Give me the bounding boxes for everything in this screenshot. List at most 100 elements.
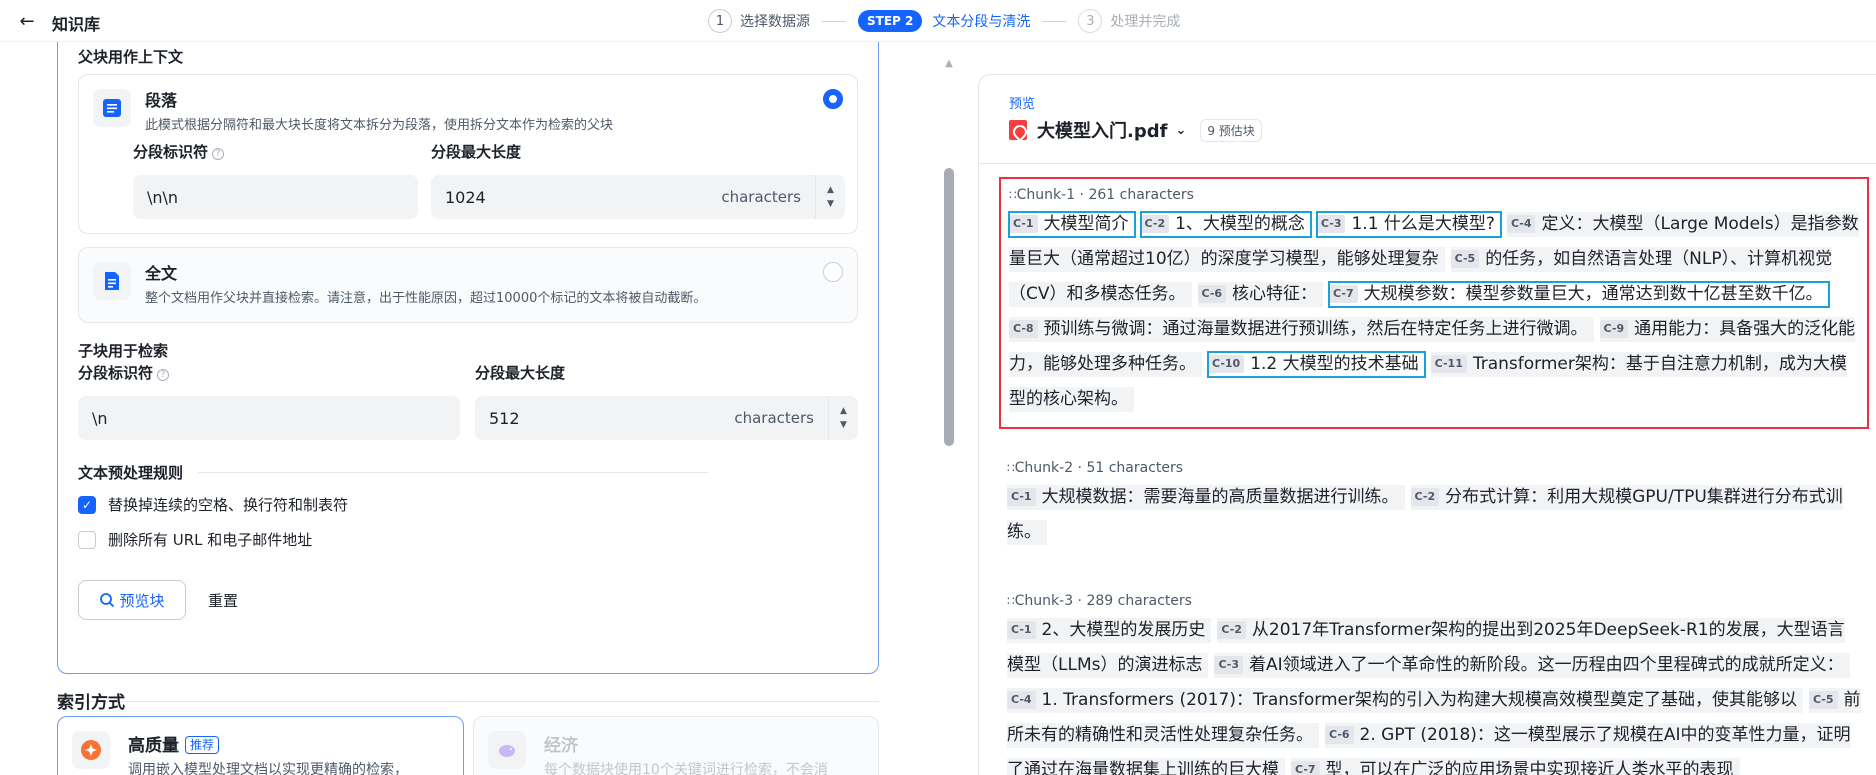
- child-chunk-text: 大规模参数：模型参数量巨大，通常达到数十亿甚至数千亿。: [1363, 284, 1823, 304]
- rule-replace-whitespace[interactable]: ✓ 替换掉连续的空格、换行符和制表符: [78, 494, 348, 515]
- child-max-length-input[interactable]: 512 characters ▲ ▼: [475, 396, 858, 440]
- high-quality-name: 高质量 推荐: [128, 731, 220, 756]
- child-chunk-text: 型，可以在广泛的应用场景中实现接近人类水平的表现: [1325, 760, 1734, 775]
- preview-panel: 预览 大模型入门.pdf ⌄ 9 预估块 ∷ Chunk-1 · 261 char…: [978, 74, 1876, 775]
- child-max-length-value: 512: [489, 408, 520, 428]
- top-bar: ← 知识库 1 选择数据源 STEP 2 文本分段与清洗 3 处理并完成: [0, 0, 1876, 42]
- scrollbar-thumb[interactable]: [944, 168, 954, 446]
- paragraph-separator-input[interactable]: \n\n: [133, 175, 418, 219]
- child-chunk-text: 2、大模型的发展历史: [1041, 620, 1206, 640]
- chevron-up-icon[interactable]: ▲: [827, 183, 834, 197]
- chunk-card: ∷ Chunk-3 · 289 characters C-1 2、大模型的发展历史 C-…: [999, 585, 1869, 775]
- fulltext-radio[interactable]: [823, 262, 843, 282]
- paragraph-icon: [93, 89, 131, 127]
- page-title: 知识库: [52, 15, 101, 34]
- child-chunk-text: 1.2 大模型的技术基础: [1250, 354, 1419, 374]
- segment-settings-panel: 父块用作上下文 段落 此模式根据分隔符和最大块长度将文本拆分为段落，使用拆分文本…: [0, 42, 940, 775]
- child-chunk-tag: C-11: [1430, 355, 1467, 373]
- checkbox-checked[interactable]: ✓: [78, 495, 96, 514]
- chevron-down-icon[interactable]: ▼: [840, 418, 847, 432]
- sparkle-icon: [72, 731, 110, 769]
- chevron-up-icon[interactable]: ▲: [840, 404, 847, 418]
- reset-button[interactable]: 重置: [208, 580, 238, 620]
- child-chunk-segment[interactable]: C-2 1、大模型的概念: [1139, 211, 1312, 238]
- step-2-pill: STEP 2: [858, 10, 923, 32]
- fulltext-option[interactable]: 全文 整个文档用作父块并直接检索。请注意，出于性能原因，超过10000个标记的文…: [78, 247, 858, 323]
- child-chunk-text: 预训练与微调：通过海量数据进行预训练，然后在特定任务上进行微调。: [1043, 319, 1588, 339]
- rule-label: 替换掉连续的空格、换行符和制表符: [108, 496, 349, 514]
- paragraph-max-length-value: 1024: [445, 187, 486, 207]
- child-chunk-text: 1. Transformers (2017)：Transformer架构的引入为…: [1041, 690, 1797, 710]
- economy-desc: 每个数据块使用10个关键词进行检索，不会消: [544, 762, 828, 775]
- chevron-down-icon[interactable]: ▼: [827, 197, 834, 211]
- help-icon[interactable]: ?: [212, 148, 225, 160]
- child-chunk-segment[interactable]: C-1 大模型简介: [1008, 211, 1136, 238]
- fulltext-option-name: 全文: [145, 264, 178, 283]
- child-chunk-tag: C-5: [1450, 250, 1480, 268]
- index-economy-option[interactable]: 经济 每个数据块使用10个关键词进行检索，不会消: [473, 716, 879, 775]
- child-chunk-segment[interactable]: C-3 着AI领域进入了一个革命性的新阶段。这一历程由四个里程碑式的成就所定义：: [1214, 653, 1850, 678]
- chunk-card: ∷ Chunk-1 · 261 characters C-1 大模型简介 C-2 1、大模…: [999, 177, 1869, 429]
- child-chunk-segment[interactable]: C-6 核心特征：: [1197, 282, 1324, 307]
- child-chunk-segment[interactable]: C-3 1.1 什么是大模型?: [1315, 211, 1502, 238]
- scroll-up-arrow-icon[interactable]: ▲: [942, 58, 956, 69]
- chunk-body: C-1 2、大模型的发展历史 C-2 从2017年Transformer架构的提出到2…: [1007, 613, 1861, 775]
- stepper: 1 选择数据源 STEP 2 文本分段与清洗 3 处理并完成: [708, 8, 1180, 34]
- rule-remove-urls[interactable]: 删除所有 URL 和电子邮件地址: [78, 529, 312, 550]
- child-chunk-tag: C-6: [1197, 285, 1227, 303]
- child-chunk-segment[interactable]: C-7 型，可以在广泛的应用场景中实现接近人类水平的表现: [1291, 758, 1740, 775]
- help-icon[interactable]: ?: [157, 369, 170, 381]
- chunk-name: Chunk-2: [1014, 460, 1074, 476]
- child-chunk-tag: C-4: [1506, 215, 1536, 233]
- child-chunk-tag: C-2: [1410, 488, 1440, 506]
- child-chunk-segment[interactable]: C-4 1. Transformers (2017)：Transformer架构的…: [1007, 688, 1803, 713]
- document-icon: [93, 262, 131, 300]
- chunk-name: Chunk-3: [1014, 593, 1074, 609]
- child-chunk-segment[interactable]: C-8 预训练与微调：通过海量数据进行预训练，然后在特定任务上进行微调。: [1009, 317, 1594, 342]
- recommended-badge: 推荐: [185, 736, 220, 754]
- chunk-header: ∷ Chunk-2 · 51 characters: [1007, 456, 1861, 480]
- child-chunk-text: 大规模数据：需要海量的高质量数据进行训练。: [1041, 487, 1399, 507]
- separator-dot: ·: [1073, 460, 1087, 476]
- paragraph-separator-label: 分段标识符?: [133, 141, 225, 162]
- chunk-name: Chunk-1: [1016, 187, 1076, 203]
- chevron-down-icon[interactable]: ⌄: [1175, 123, 1186, 138]
- step-2-label: 文本分段与清洗: [932, 14, 1031, 30]
- number-stepper[interactable]: ▲ ▼: [828, 396, 858, 440]
- child-chunk-tag: C-1: [1007, 621, 1036, 639]
- back-arrow-icon[interactable]: ←: [16, 10, 38, 32]
- number-stepper[interactable]: ▲ ▼: [815, 175, 845, 219]
- step-divider: [1042, 20, 1067, 22]
- paragraph-radio[interactable]: [823, 89, 843, 109]
- child-chunk-segment[interactable]: C-1 大规模数据：需要海量的高质量数据进行训练。: [1007, 485, 1405, 510]
- child-chunk-tag: C-2: [1217, 621, 1246, 639]
- paragraph-option-desc: 此模式根据分隔符和最大块长度将文本拆分为段落，使用拆分文本作为检索的父块: [145, 118, 614, 133]
- file-name: 大模型入门.pdf: [1037, 121, 1168, 142]
- paragraph-option[interactable]: 段落 此模式根据分隔符和最大块长度将文本拆分为段落，使用拆分文本作为检索的父块 …: [78, 74, 858, 234]
- preview-button-label: 预览块: [119, 591, 165, 610]
- step-3-label: 处理并完成: [1110, 14, 1181, 30]
- child-chunk-segment[interactable]: C-10 1.2 大模型的技术基础: [1207, 351, 1426, 378]
- divider: [979, 163, 1876, 164]
- child-chunk-segment[interactable]: C-7 大规模参数：模型参数量巨大，通常达到数十亿甚至数千亿。: [1328, 281, 1830, 308]
- child-chunk-text: 大模型简介: [1043, 214, 1129, 234]
- paragraph-max-length-label: 分段最大长度: [431, 143, 522, 161]
- child-separator-label: 分段标识符?: [78, 362, 170, 383]
- preview-chunks-button[interactable]: 预览块: [78, 580, 186, 620]
- index-high-quality-option[interactable]: 高质量 推荐 调用嵌入模型处理文档以实现更精确的检索，: [57, 716, 464, 775]
- step-divider: [822, 20, 846, 22]
- economy-name: 经济: [544, 736, 578, 756]
- child-chunk-segment[interactable]: C-1 2、大模型的发展历史: [1007, 618, 1212, 643]
- child-separator-input[interactable]: \n: [78, 396, 460, 440]
- preview-label: 预览: [1009, 97, 1036, 112]
- chunk-body: C-1 大规模数据：需要海量的高质量数据进行训练。 C-2 分布式计算：利用大规模GP…: [1007, 480, 1861, 550]
- child-chunk-tag: C-5: [1808, 691, 1838, 709]
- step-1-label: 选择数据源: [740, 14, 810, 30]
- file-selector[interactable]: 大模型入门.pdf ⌄ 9 预估块: [1009, 117, 1262, 143]
- child-chunk-tag: C-7: [1329, 285, 1358, 303]
- child-chunk-tag: C-1: [1007, 488, 1036, 506]
- step-3-number: 3: [1078, 9, 1103, 33]
- paragraph-max-length-input[interactable]: 1024 characters ▲ ▼: [431, 175, 845, 219]
- grip-icon: ∷: [1007, 461, 1015, 475]
- checkbox-unchecked[interactable]: [78, 530, 96, 549]
